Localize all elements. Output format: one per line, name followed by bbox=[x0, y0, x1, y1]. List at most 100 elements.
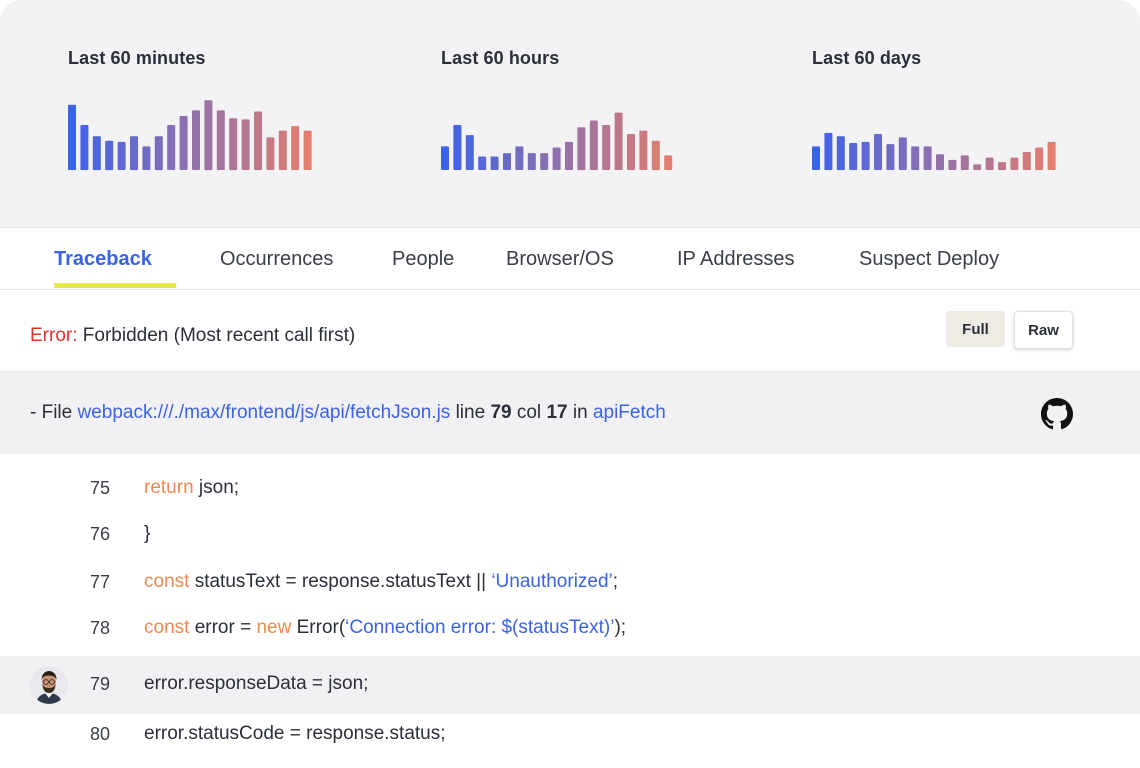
sparkline-bar bbox=[216, 110, 225, 170]
sparkline-60-days: Last 60 days bbox=[812, 48, 1056, 171]
sparkline-bar bbox=[527, 153, 536, 170]
tab-browser-os[interactable]: Browser/OS bbox=[506, 248, 614, 271]
sparkline-bar bbox=[973, 164, 982, 170]
sparkline-bar bbox=[254, 111, 262, 170]
sparkline-chart bbox=[812, 132, 1056, 171]
occurrence-sparklines: Last 60 minutes Last 60 hours Last 60 da… bbox=[0, 0, 1140, 228]
code-keyword: const bbox=[144, 571, 190, 592]
sparkline-bar bbox=[503, 153, 511, 170]
sparkline-bar bbox=[441, 146, 449, 170]
sparkline-bar bbox=[130, 136, 138, 171]
sparkline-bar bbox=[68, 104, 76, 171]
sparkline-bar bbox=[80, 125, 89, 170]
traceback-panel: Last 60 minutes Last 60 hours Last 60 da… bbox=[0, 0, 1140, 768]
sparkline-bar bbox=[923, 146, 932, 170]
sparkline-bar bbox=[985, 157, 994, 170]
frame-location: - File webpack:///./max/frontend/js/api/… bbox=[30, 402, 666, 424]
sparkline-bar bbox=[936, 154, 944, 171]
line-number: 77 bbox=[90, 572, 111, 592]
sparkline-bar bbox=[179, 116, 188, 170]
sparkline-chart bbox=[441, 112, 673, 171]
code-keyword: new bbox=[256, 617, 292, 638]
sparkline-60-minutes: Last 60 minutes bbox=[68, 48, 312, 171]
code-text: } bbox=[144, 523, 150, 545]
full-view-button[interactable]: Full bbox=[946, 311, 1005, 347]
sparkline-bar bbox=[453, 125, 462, 170]
col-word: col bbox=[511, 402, 547, 423]
sparkline-bar bbox=[874, 134, 882, 170]
sparkline-bar bbox=[490, 156, 499, 170]
sparkline-bar bbox=[577, 127, 586, 171]
sparkline-title: Last 60 minutes bbox=[68, 48, 206, 68]
tab-people[interactable]: People bbox=[392, 248, 454, 271]
code-line: 80 error.statusCode = response.status; bbox=[0, 706, 1140, 764]
code-text: const statusText = response.statusText |… bbox=[144, 571, 618, 593]
line-number: 79 bbox=[90, 674, 111, 694]
function-name-link[interactable]: apiFetch bbox=[593, 402, 666, 423]
sparkline-bar bbox=[105, 140, 114, 171]
sparkline-bar bbox=[303, 130, 312, 170]
sparkline-bar bbox=[1047, 141, 1056, 170]
sparkline-bar bbox=[898, 137, 907, 170]
sparkline-bar bbox=[824, 132, 833, 170]
sparkline-60-hours: Last 60 hours bbox=[441, 48, 673, 171]
code-token: json; bbox=[193, 477, 240, 498]
sparkline-bar bbox=[266, 137, 275, 170]
sparkline-bar bbox=[241, 119, 250, 170]
tab-suspect-deploy[interactable]: Suspect Deploy bbox=[859, 248, 999, 271]
tab-occurrences[interactable]: Occurrences bbox=[220, 248, 333, 271]
sparkline-bar bbox=[911, 146, 920, 170]
code-text: const error = new Error(‘Connection erro… bbox=[144, 617, 626, 639]
code-keyword: const bbox=[144, 617, 190, 638]
line-number: 75 bbox=[90, 478, 111, 498]
code-token: } bbox=[144, 523, 151, 544]
sparkline-bar bbox=[154, 136, 163, 171]
error-label: Error: bbox=[30, 325, 78, 346]
code-text: return json; bbox=[144, 477, 239, 499]
sparkline-bar bbox=[540, 153, 549, 170]
user-avatar[interactable] bbox=[30, 666, 68, 704]
tab-traceback[interactable]: Traceback bbox=[54, 248, 152, 271]
sparkline-bar bbox=[142, 146, 151, 170]
code-keyword: return bbox=[144, 477, 194, 498]
sparkline-title: Last 60 hours bbox=[441, 48, 560, 68]
sparkline-title: Last 60 days bbox=[812, 48, 922, 68]
sparkline-bar bbox=[836, 136, 845, 171]
line-number: 79 bbox=[490, 402, 512, 423]
sparkline-chart bbox=[68, 100, 312, 171]
sparkline-bar bbox=[664, 155, 673, 170]
sparkline-bar bbox=[589, 120, 598, 170]
code-token: Error( bbox=[291, 617, 346, 638]
sparkline-bar bbox=[960, 155, 969, 170]
sparkline-bar bbox=[465, 135, 474, 170]
tab-ip-addresses[interactable]: IP Addresses bbox=[677, 248, 794, 271]
code-string: ‘Unauthorized’ bbox=[491, 571, 613, 592]
code-token: ); bbox=[614, 617, 627, 638]
file-prefix: - File bbox=[30, 402, 78, 423]
code-token: error.statusCode = response.status; bbox=[144, 723, 446, 744]
github-icon[interactable] bbox=[1041, 398, 1073, 430]
sparkline-bar bbox=[886, 144, 895, 170]
col-number: 17 bbox=[546, 402, 568, 423]
code-string: ‘Connection error: $(statusText)’ bbox=[345, 617, 615, 638]
sparkline-bar bbox=[515, 146, 524, 170]
code-token: error.responseData = json; bbox=[144, 673, 369, 694]
sparkline-bar bbox=[565, 141, 573, 170]
sparkline-bar bbox=[998, 162, 1006, 170]
sparkline-bar bbox=[1035, 147, 1044, 170]
sparkline-bar bbox=[1010, 157, 1019, 170]
file-path-link[interactable]: webpack:///./max/frontend/js/api/fetchJs… bbox=[78, 402, 451, 423]
sparkline-bar bbox=[948, 159, 957, 170]
error-message: Forbidden (Most recent call first) bbox=[77, 325, 356, 346]
sparkline-bar bbox=[192, 110, 200, 170]
sparkline-bar bbox=[92, 136, 101, 171]
line-word: line bbox=[450, 402, 491, 423]
raw-view-button[interactable]: Raw bbox=[1014, 311, 1073, 349]
sparkline-bar bbox=[1022, 152, 1031, 170]
error-summary: Error: Forbidden (Most recent call first… bbox=[30, 325, 355, 347]
sparkline-bar bbox=[478, 156, 487, 170]
stack-frame-header: - File webpack:///./max/frontend/js/api/… bbox=[0, 371, 1140, 454]
sparkline-bar bbox=[552, 147, 561, 170]
code-line: 78 const error = new Error(‘Connection er… bbox=[0, 600, 1140, 658]
sparkline-bar bbox=[849, 143, 858, 170]
